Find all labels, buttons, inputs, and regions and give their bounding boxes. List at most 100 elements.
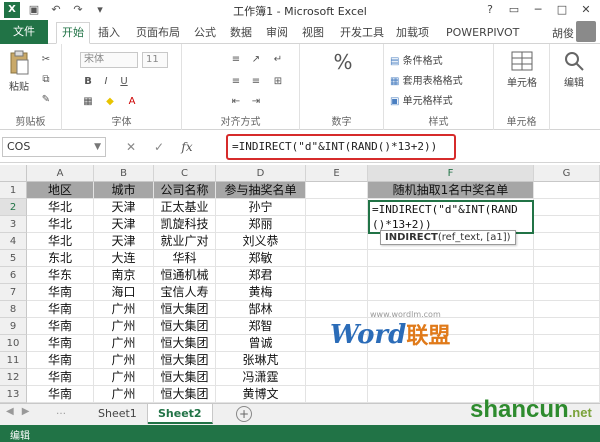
sheet-tab-sheet2[interactable]: Sheet2 [148, 404, 213, 424]
table-cell[interactable]: 华科 [154, 250, 216, 267]
table-cell[interactable] [534, 284, 600, 301]
underline-icon[interactable]: U [116, 74, 132, 90]
table-cell[interactable]: 华北 [27, 199, 94, 216]
table-cell[interactable] [534, 369, 600, 386]
table-cell[interactable]: 宝信人寿 [154, 284, 216, 301]
insert-function-button[interactable]: fx [174, 137, 200, 157]
tooltip-function-name[interactable]: INDIRECT [385, 232, 438, 243]
table-cell[interactable] [306, 301, 368, 318]
table-cell[interactable]: 大连 [94, 250, 154, 267]
user-name[interactable]: 胡俊 [552, 25, 574, 41]
table-cell[interactable]: 华北 [27, 233, 94, 250]
minimize-button[interactable]: ─ [526, 0, 550, 20]
column-header[interactable]: E [306, 165, 368, 182]
table-cell[interactable]: 张琳芃 [216, 352, 306, 369]
orientation-icon[interactable]: ↗ [248, 52, 264, 68]
tab-view[interactable]: 视图 [302, 23, 324, 43]
column-header[interactable]: D [216, 165, 306, 182]
row-header[interactable]: 12 [0, 369, 27, 386]
confirm-entry-button[interactable]: ✓ [146, 137, 172, 157]
table-cell[interactable] [534, 318, 600, 335]
font-size-select[interactable]: 11 [142, 52, 168, 68]
table-cell[interactable] [534, 301, 600, 318]
table-cell[interactable] [534, 233, 600, 250]
table-cell[interactable] [534, 352, 600, 369]
increase-indent-icon[interactable]: ⇥ [248, 94, 264, 110]
align-top-icon[interactable]: ≡ [228, 52, 244, 68]
table-cell[interactable]: 广州 [94, 318, 154, 335]
table-cell[interactable] [368, 250, 534, 267]
tab-home[interactable]: 开始 [56, 22, 90, 44]
table-cell[interactable]: 广州 [94, 386, 154, 403]
format-as-table-button[interactable]: ▦ 套用表格格式 [390, 72, 463, 87]
table-cell[interactable]: 参与抽奖名单 [216, 182, 306, 199]
tab-file[interactable]: 文件 [0, 20, 48, 44]
column-header[interactable]: B [94, 165, 154, 182]
table-cell[interactable]: 华南 [27, 352, 94, 369]
table-cell[interactable] [534, 250, 600, 267]
align-left-icon[interactable]: ≡ [228, 74, 244, 90]
row-header[interactable]: 3 [0, 216, 27, 233]
wrap-text-icon[interactable]: ↵ [270, 52, 286, 68]
table-cell[interactable]: 华南 [27, 369, 94, 386]
table-cell[interactable]: 恒大集团 [154, 386, 216, 403]
select-all-corner[interactable] [0, 165, 27, 182]
table-cell[interactable] [534, 182, 600, 199]
table-cell[interactable]: 恒大集团 [154, 352, 216, 369]
table-cell[interactable] [368, 352, 534, 369]
table-cell[interactable]: 郑智 [216, 318, 306, 335]
table-cell[interactable]: 天津 [94, 216, 154, 233]
table-cell[interactable]: 随机抽取1名中奖名单 [368, 182, 534, 199]
table-cell[interactable] [306, 216, 368, 233]
table-cell[interactable] [306, 250, 368, 267]
table-cell[interactable]: 恒大集团 [154, 335, 216, 352]
tab-data[interactable]: 数据 [230, 23, 252, 43]
table-cell[interactable] [306, 284, 368, 301]
table-cell[interactable]: 恒通机械 [154, 267, 216, 284]
bold-icon[interactable]: B [80, 74, 96, 90]
table-cell[interactable]: 华南 [27, 386, 94, 403]
table-cell[interactable]: 华南 [27, 301, 94, 318]
decrease-indent-icon[interactable]: ⇤ [228, 94, 244, 110]
table-cell[interactable] [534, 267, 600, 284]
table-cell[interactable]: 郑敏 [216, 250, 306, 267]
tab-powerpivot[interactable]: POWERPIVOT [446, 23, 519, 43]
active-cell-editor[interactable]: =INDIRECT("d"&INT(RAND()*13+2)) [368, 200, 534, 234]
name-box[interactable]: COS ▼ [2, 137, 106, 157]
table-cell[interactable] [306, 369, 368, 386]
table-cell[interactable]: 南京 [94, 267, 154, 284]
table-cell[interactable]: 恒大集团 [154, 301, 216, 318]
percent-button[interactable]: % [328, 50, 358, 74]
table-cell[interactable]: 恒大集团 [154, 318, 216, 335]
column-header[interactable]: G [534, 165, 600, 182]
table-cell[interactable]: 凯旋科技 [154, 216, 216, 233]
table-cell[interactable] [534, 335, 600, 352]
tab-developer[interactable]: 开发工具 [340, 23, 384, 43]
table-cell[interactable]: 正太基业 [154, 199, 216, 216]
table-cell[interactable]: 天津 [94, 199, 154, 216]
avatar[interactable] [576, 21, 596, 42]
table-cell[interactable]: 郜林 [216, 301, 306, 318]
next-sheet-icon[interactable]: ▶ [22, 406, 30, 417]
font-color-icon[interactable]: A [124, 94, 140, 110]
column-header[interactable]: C [154, 165, 216, 182]
help-button[interactable]: ? [478, 0, 502, 20]
sheet-tab-sheet1[interactable]: Sheet1 [88, 404, 148, 424]
table-cell[interactable] [306, 199, 368, 216]
row-header[interactable]: 2 [0, 199, 27, 216]
table-cell[interactable]: 就业广对 [154, 233, 216, 250]
tab-insert[interactable]: 插入 [98, 23, 120, 43]
table-cell[interactable]: 华北 [27, 216, 94, 233]
format-painter-icon[interactable]: ✎ [38, 92, 54, 108]
italic-icon[interactable]: I [98, 74, 114, 90]
table-cell[interactable]: 广州 [94, 352, 154, 369]
merge-cells-icon[interactable]: ⊞ [270, 74, 286, 90]
table-cell[interactable]: 孙宁 [216, 199, 306, 216]
table-cell[interactable]: 广州 [94, 369, 154, 386]
table-cell[interactable] [306, 386, 368, 403]
cell-styles-button[interactable]: ▣ 单元格样式 [390, 92, 453, 107]
table-cell[interactable] [534, 199, 600, 216]
table-cell[interactable] [306, 182, 368, 199]
paste-button[interactable]: 粘贴 [6, 50, 32, 93]
row-header[interactable]: 6 [0, 267, 27, 284]
